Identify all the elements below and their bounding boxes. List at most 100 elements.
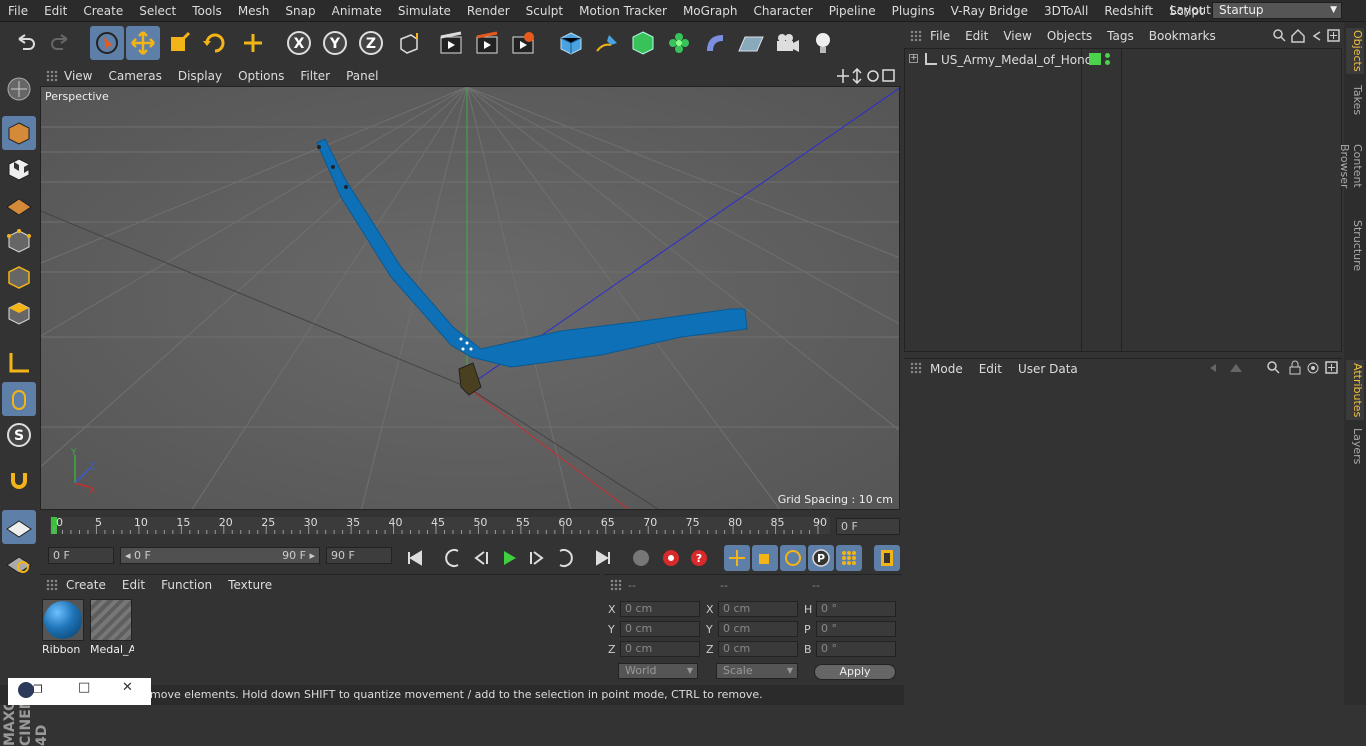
object-menu-tags[interactable]: Tags	[1107, 29, 1134, 43]
new-panel-icon[interactable]	[1325, 361, 1338, 374]
drag-grip-icon[interactable]	[610, 579, 622, 591]
prev-frame-button[interactable]	[468, 545, 494, 571]
viewport-menu-cameras[interactable]: Cameras	[108, 69, 161, 83]
tab-attributes[interactable]: Attributes	[1346, 360, 1364, 420]
model-mode-button[interactable]	[2, 116, 36, 150]
texture-mode-button[interactable]	[2, 152, 36, 186]
tab-objects[interactable]: Objects	[1346, 28, 1364, 74]
cloner-button[interactable]	[662, 26, 696, 60]
snap-button[interactable]: S	[2, 418, 36, 452]
material-swatch-ribbon[interactable]: Ribbon	[42, 599, 86, 657]
object-menu-edit[interactable]: Edit	[965, 29, 988, 43]
material-menu-edit[interactable]: Edit	[122, 578, 145, 592]
material-menu-function[interactable]: Function	[161, 578, 212, 592]
orbit-icon[interactable]	[867, 70, 879, 82]
menu-file[interactable]: File	[0, 4, 36, 18]
pan-icon[interactable]	[837, 69, 849, 83]
search-icon[interactable]	[1273, 29, 1286, 42]
key-scale-button[interactable]	[752, 545, 778, 571]
y-axis-button[interactable]: Y	[318, 26, 352, 60]
object-menu-file[interactable]: File	[930, 29, 950, 43]
record-button[interactable]	[658, 545, 684, 571]
object-menu-bookmarks[interactable]: Bookmarks	[1149, 29, 1216, 43]
layer-color-icon[interactable]	[1089, 53, 1101, 65]
go-to-end-button[interactable]	[590, 545, 616, 571]
magnet-button[interactable]	[2, 464, 36, 498]
object-menu-view[interactable]: View	[1003, 29, 1031, 43]
menu-mograph[interactable]: MoGraph	[675, 4, 746, 18]
polygons-mode-button[interactable]	[2, 296, 36, 330]
apply-button[interactable]: Apply	[814, 664, 896, 680]
search-icon[interactable]	[1267, 361, 1280, 374]
rotation-b-field[interactable]: 0 °	[816, 641, 896, 657]
restore-icon[interactable]: ❐	[33, 683, 43, 696]
back-icon[interactable]	[1312, 31, 1321, 41]
edges-mode-button[interactable]	[2, 260, 36, 294]
workplane-lock-button[interactable]	[2, 510, 36, 544]
undo-button[interactable]	[8, 26, 42, 60]
z-axis-button[interactable]: Z	[354, 26, 388, 60]
render-picture-viewer-button[interactable]	[470, 26, 504, 60]
scale-tool-button[interactable]	[162, 26, 196, 60]
pen-spline-button[interactable]	[590, 26, 624, 60]
object-list[interactable]: + US_Army_Medal_of_Honor	[904, 48, 1342, 352]
x-axis-button[interactable]: X	[282, 26, 316, 60]
size-y-field[interactable]: 0 cm	[718, 621, 798, 637]
start-frame-field[interactable]: 0 F	[48, 547, 114, 564]
attributes-menu-user-data[interactable]: User Data	[1018, 362, 1078, 376]
next-frame-button[interactable]	[524, 545, 550, 571]
menu-snap[interactable]: Snap	[277, 4, 323, 18]
nav-back-icon[interactable]	[1210, 364, 1216, 372]
material-swatch-medal[interactable]: Medal_A	[90, 599, 134, 657]
prev-key-button[interactable]	[440, 545, 466, 571]
size-z-field[interactable]: 0 cm	[718, 641, 798, 657]
play-button[interactable]	[496, 545, 522, 571]
coordinate-space-dropdown[interactable]: World ▼	[618, 663, 698, 679]
position-x-field[interactable]: 0 cm	[620, 601, 700, 617]
editor-visibility-dot[interactable]	[1105, 53, 1110, 58]
attributes-menu-edit[interactable]: Edit	[979, 362, 1002, 376]
viewport-menu-panel[interactable]: Panel	[346, 69, 378, 83]
menu-create[interactable]: Create	[75, 4, 131, 18]
close-icon[interactable]: ✕	[122, 680, 133, 695]
coordinate-system-button[interactable]	[392, 26, 426, 60]
live-selection-button[interactable]	[90, 26, 124, 60]
floor-button[interactable]	[734, 26, 768, 60]
home-icon[interactable]	[1291, 28, 1305, 43]
viewport-perspective[interactable]: Y Z X Perspective Grid Spacing : 10 cm	[40, 86, 900, 510]
drag-grip-icon[interactable]	[46, 70, 58, 82]
move-tool-button[interactable]	[126, 26, 160, 60]
quantize-button[interactable]	[2, 546, 36, 580]
menu-tools[interactable]: Tools	[184, 4, 230, 18]
size-mode-dropdown[interactable]: Scale ▼	[716, 663, 798, 679]
rotate-tool-button[interactable]	[198, 26, 232, 60]
light-button[interactable]	[806, 26, 840, 60]
target-icon[interactable]	[1307, 362, 1319, 374]
menu-mesh[interactable]: Mesh	[230, 4, 278, 18]
autokey-button[interactable]: ?	[686, 545, 712, 571]
viewport-menu-filter[interactable]: Filter	[300, 69, 330, 83]
viewport-menu-view[interactable]: View	[64, 69, 92, 83]
workplane-mode-button[interactable]	[2, 188, 36, 222]
maximize-view-icon[interactable]	[882, 69, 895, 82]
menu-v-ray-bridge[interactable]: V-Ray Bridge	[943, 4, 1036, 18]
next-key-button[interactable]	[552, 545, 578, 571]
tab-structure[interactable]: Structure	[1346, 220, 1364, 272]
viewport-menu-display[interactable]: Display	[178, 69, 222, 83]
attributes-menu-mode[interactable]: Mode	[930, 362, 963, 376]
dolly-icon[interactable]	[852, 67, 862, 85]
tab-takes[interactable]: Takes	[1346, 82, 1364, 118]
tab-content-browser[interactable]: Content Browser	[1338, 124, 1364, 208]
menu-edit[interactable]: Edit	[36, 4, 75, 18]
new-panel-icon[interactable]	[1327, 29, 1340, 42]
object-name[interactable]: US_Army_Medal_of_Honor	[941, 53, 1097, 67]
position-z-field[interactable]: 0 cm	[620, 641, 700, 657]
object-menu-objects[interactable]: Objects	[1047, 29, 1092, 43]
subdivision-button[interactable]	[626, 26, 660, 60]
rotation-p-field[interactable]: 0 °	[816, 621, 896, 637]
minimized-window-tab[interactable]: ❐ □ ✕	[8, 678, 151, 705]
key-pla-button[interactable]	[836, 545, 862, 571]
menu-animate[interactable]: Animate	[324, 4, 390, 18]
menu-character[interactable]: Character	[745, 4, 820, 18]
menu-plugins[interactable]: Plugins	[884, 4, 943, 18]
